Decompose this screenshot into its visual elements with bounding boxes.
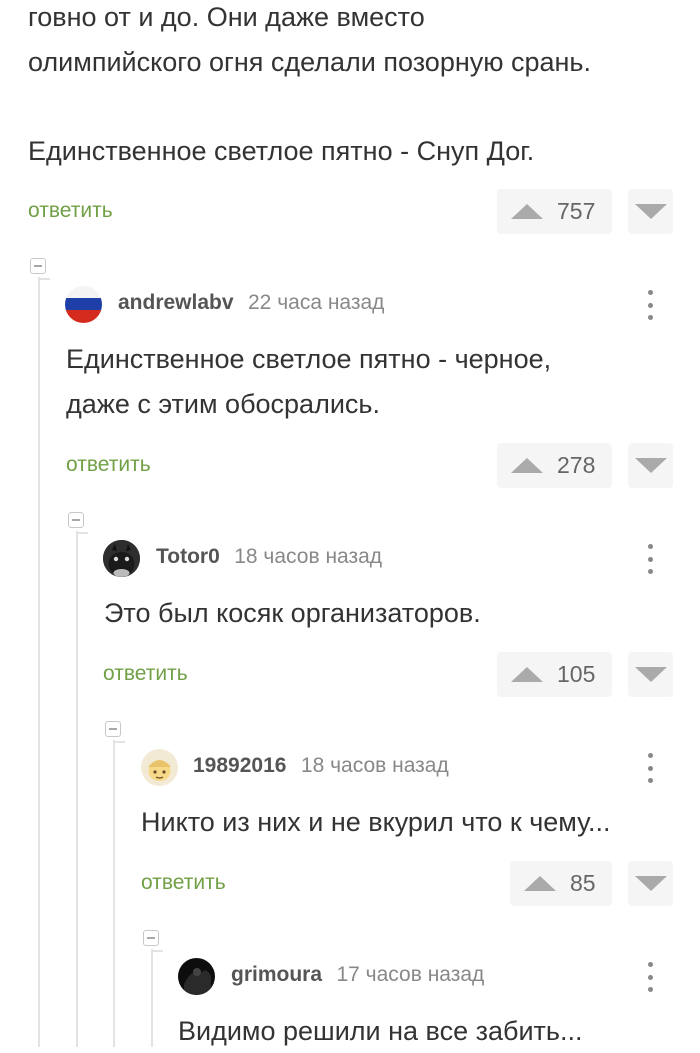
comment-text-line: даже с этим обосрались.: [66, 389, 380, 419]
arrow-up-icon: [511, 667, 543, 682]
thread-line-connector: [76, 532, 88, 534]
collapse-thread-button[interactable]: [105, 721, 121, 737]
reply-link[interactable]: ответить: [141, 871, 226, 895]
more-options-icon[interactable]: [647, 962, 653, 992]
thread-line: [113, 740, 115, 1047]
downvote-button[interactable]: [628, 652, 673, 697]
comment-header: Totor0 18 часов назад: [156, 545, 382, 569]
thread-line-connector: [38, 278, 50, 280]
comment-text-line: говно от и до. Они даже вместо: [28, 2, 425, 32]
author-name[interactable]: andrewlabv: [118, 291, 234, 314]
comment-text-line: Единственное светлое пятно - черное,: [66, 344, 552, 374]
russian-flag-avatar[interactable]: [65, 286, 102, 323]
comment-text-line: Единственное светлое пятно - Снуп Дог.: [28, 136, 535, 166]
comment-time: 17 часов назад: [336, 963, 485, 986]
comment-header: grimoura 17 часов назад: [231, 963, 484, 987]
reply-link[interactable]: ответить: [28, 199, 113, 223]
vote-score: 105: [557, 661, 596, 687]
cartoon-character-avatar[interactable]: [141, 749, 178, 786]
upvote-button[interactable]: 85: [510, 861, 612, 906]
author-name[interactable]: Totor0: [156, 545, 220, 568]
arrow-up-icon: [511, 458, 543, 473]
comment-time: 22 часа назад: [248, 291, 385, 314]
comment-header: 19892016 18 часов назад: [193, 754, 449, 778]
upvote-button[interactable]: 757: [497, 189, 612, 234]
upvote-button[interactable]: 278: [497, 443, 612, 488]
upvote-button[interactable]: 105: [497, 652, 612, 697]
thread-line-connector: [113, 741, 125, 743]
comment-time: 18 часов назад: [300, 754, 449, 777]
vote-score: 278: [557, 452, 596, 478]
arrow-down-icon: [634, 876, 667, 891]
author-name[interactable]: 19892016: [193, 754, 286, 777]
comment-text-line: Это был косяк организаторов.: [104, 598, 481, 628]
more-options-icon[interactable]: [647, 290, 653, 320]
arrow-down-icon: [634, 204, 667, 219]
comment-header: andrewlabv 22 часа назад: [118, 291, 384, 315]
thread-line: [151, 949, 153, 1047]
comment-text-line: Никто из них и не вкурил что к чему...: [141, 807, 611, 837]
collapse-thread-button[interactable]: [30, 258, 46, 274]
thread-line: [38, 277, 40, 1047]
totoro-avatar[interactable]: [103, 540, 140, 577]
reply-link[interactable]: ответить: [66, 453, 151, 477]
reply-link[interactable]: ответить: [103, 662, 188, 686]
author-name[interactable]: grimoura: [231, 963, 322, 986]
vote-score: 757: [557, 198, 596, 224]
comment-text-line: олимпийского огня сделали позорную срань…: [28, 47, 592, 77]
collapse-thread-button[interactable]: [143, 930, 159, 946]
arrow-up-icon: [524, 876, 556, 891]
downvote-button[interactable]: [628, 861, 673, 906]
dark-photo-avatar[interactable]: [178, 958, 215, 995]
downvote-button[interactable]: [628, 443, 673, 488]
comment-time: 18 часов назад: [234, 545, 383, 568]
vote-score: 85: [570, 870, 596, 896]
downvote-button[interactable]: [628, 189, 673, 234]
arrow-down-icon: [634, 458, 667, 473]
more-options-icon[interactable]: [647, 753, 653, 783]
arrow-down-icon: [634, 667, 667, 682]
more-options-icon[interactable]: [647, 544, 653, 574]
arrow-up-icon: [511, 204, 543, 219]
thread-line-connector: [151, 950, 163, 952]
collapse-thread-button[interactable]: [68, 512, 84, 528]
thread-line: [76, 531, 78, 1047]
